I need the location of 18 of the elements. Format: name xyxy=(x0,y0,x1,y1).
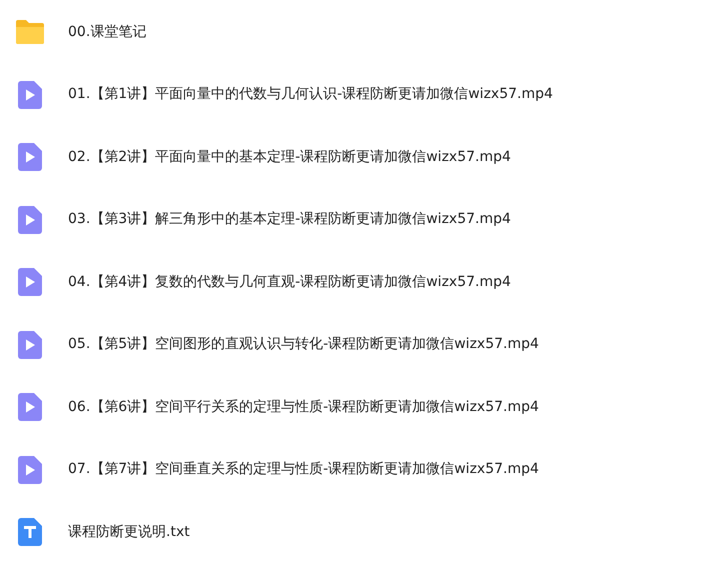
play-icon xyxy=(18,330,42,359)
file-name[interactable]: 03.【第3讲】解三角形中的基本定理-课程防断更请加微信wizx57.mp4 xyxy=(68,209,511,230)
file-name[interactable]: 04.【第4讲】复数的代数与几何直观-课程防断更请加微信wizx57.mp4 xyxy=(68,272,511,293)
play-icon xyxy=(18,143,42,172)
play-icon xyxy=(18,80,42,109)
play-icon xyxy=(18,206,42,234)
file-name[interactable]: 05.【第5讲】空间图形的直观认识与转化-课程防断更请加微信wizx57.mp4 xyxy=(68,334,539,356)
file-name[interactable]: 课程防断更说明.txt xyxy=(68,522,190,543)
file-name[interactable]: 06.【第6讲】空间平行关系的定理与性质-课程防断更请加微信wizx57.mp4 xyxy=(68,396,539,418)
play-icon xyxy=(18,456,42,484)
document-icon xyxy=(18,518,42,546)
file-name[interactable]: 00.课堂笔记 xyxy=(68,22,146,43)
folder-icon xyxy=(15,19,45,46)
file-name[interactable]: 07.【第7讲】空间垂直关系的定理与性质-课程防断更请加微信wizx57.mp4 xyxy=(68,459,539,480)
play-icon xyxy=(18,393,42,422)
play-icon xyxy=(18,268,42,296)
file-name[interactable]: 02.【第2讲】平面向量中的基本定理-课程防断更请加微信wizx57.mp4 xyxy=(68,146,511,168)
file-name[interactable]: 01.【第1讲】平面向量中的代数与几何认识-课程防断更请加微信wizx57.mp4 xyxy=(68,84,553,106)
